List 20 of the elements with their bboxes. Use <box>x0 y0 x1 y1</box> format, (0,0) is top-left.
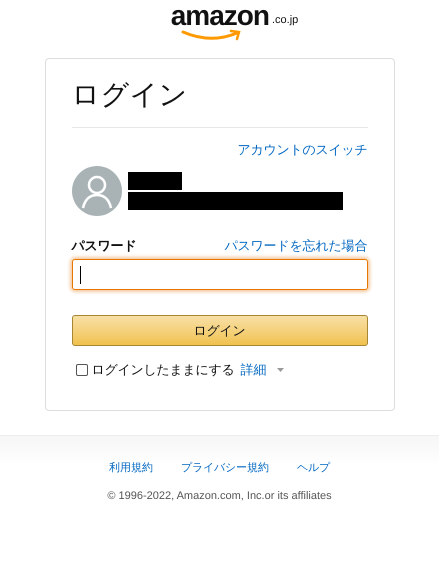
remember-label: ログインしたままにする <box>92 361 234 379</box>
details-link[interactable]: 詳細 <box>240 360 266 380</box>
avatar-icon <box>72 166 122 216</box>
copyright-text: © 1996-2022, Amazon.com, Inc.or its affiliates <box>107 489 332 504</box>
amazon-logo[interactable]: amazon.co.jp <box>168 3 300 58</box>
caret-icon <box>276 368 284 372</box>
forgot-password-link[interactable]: パスワードを忘れた場合 <box>224 236 368 255</box>
login-button[interactable]: ログイン <box>72 315 368 346</box>
password-label: パスワード <box>72 236 136 254</box>
logo-wordmark: amazon <box>170 3 269 29</box>
footer-link[interactable]: プライバシー規約 <box>181 460 269 476</box>
redaction-bar <box>128 172 182 190</box>
login-title: ログイン <box>72 78 188 112</box>
footer-link[interactable]: ヘルプ <box>297 460 330 476</box>
password-field[interactable] <box>72 259 368 290</box>
logo-suffix: .co.jp <box>272 15 298 26</box>
smile-arrow-icon <box>180 29 243 43</box>
footer-link[interactable]: 利用規約 <box>109 460 153 476</box>
switch-account-link[interactable]: アカウントのスイッチ <box>238 140 368 160</box>
remember-checkbox[interactable] <box>76 364 88 376</box>
